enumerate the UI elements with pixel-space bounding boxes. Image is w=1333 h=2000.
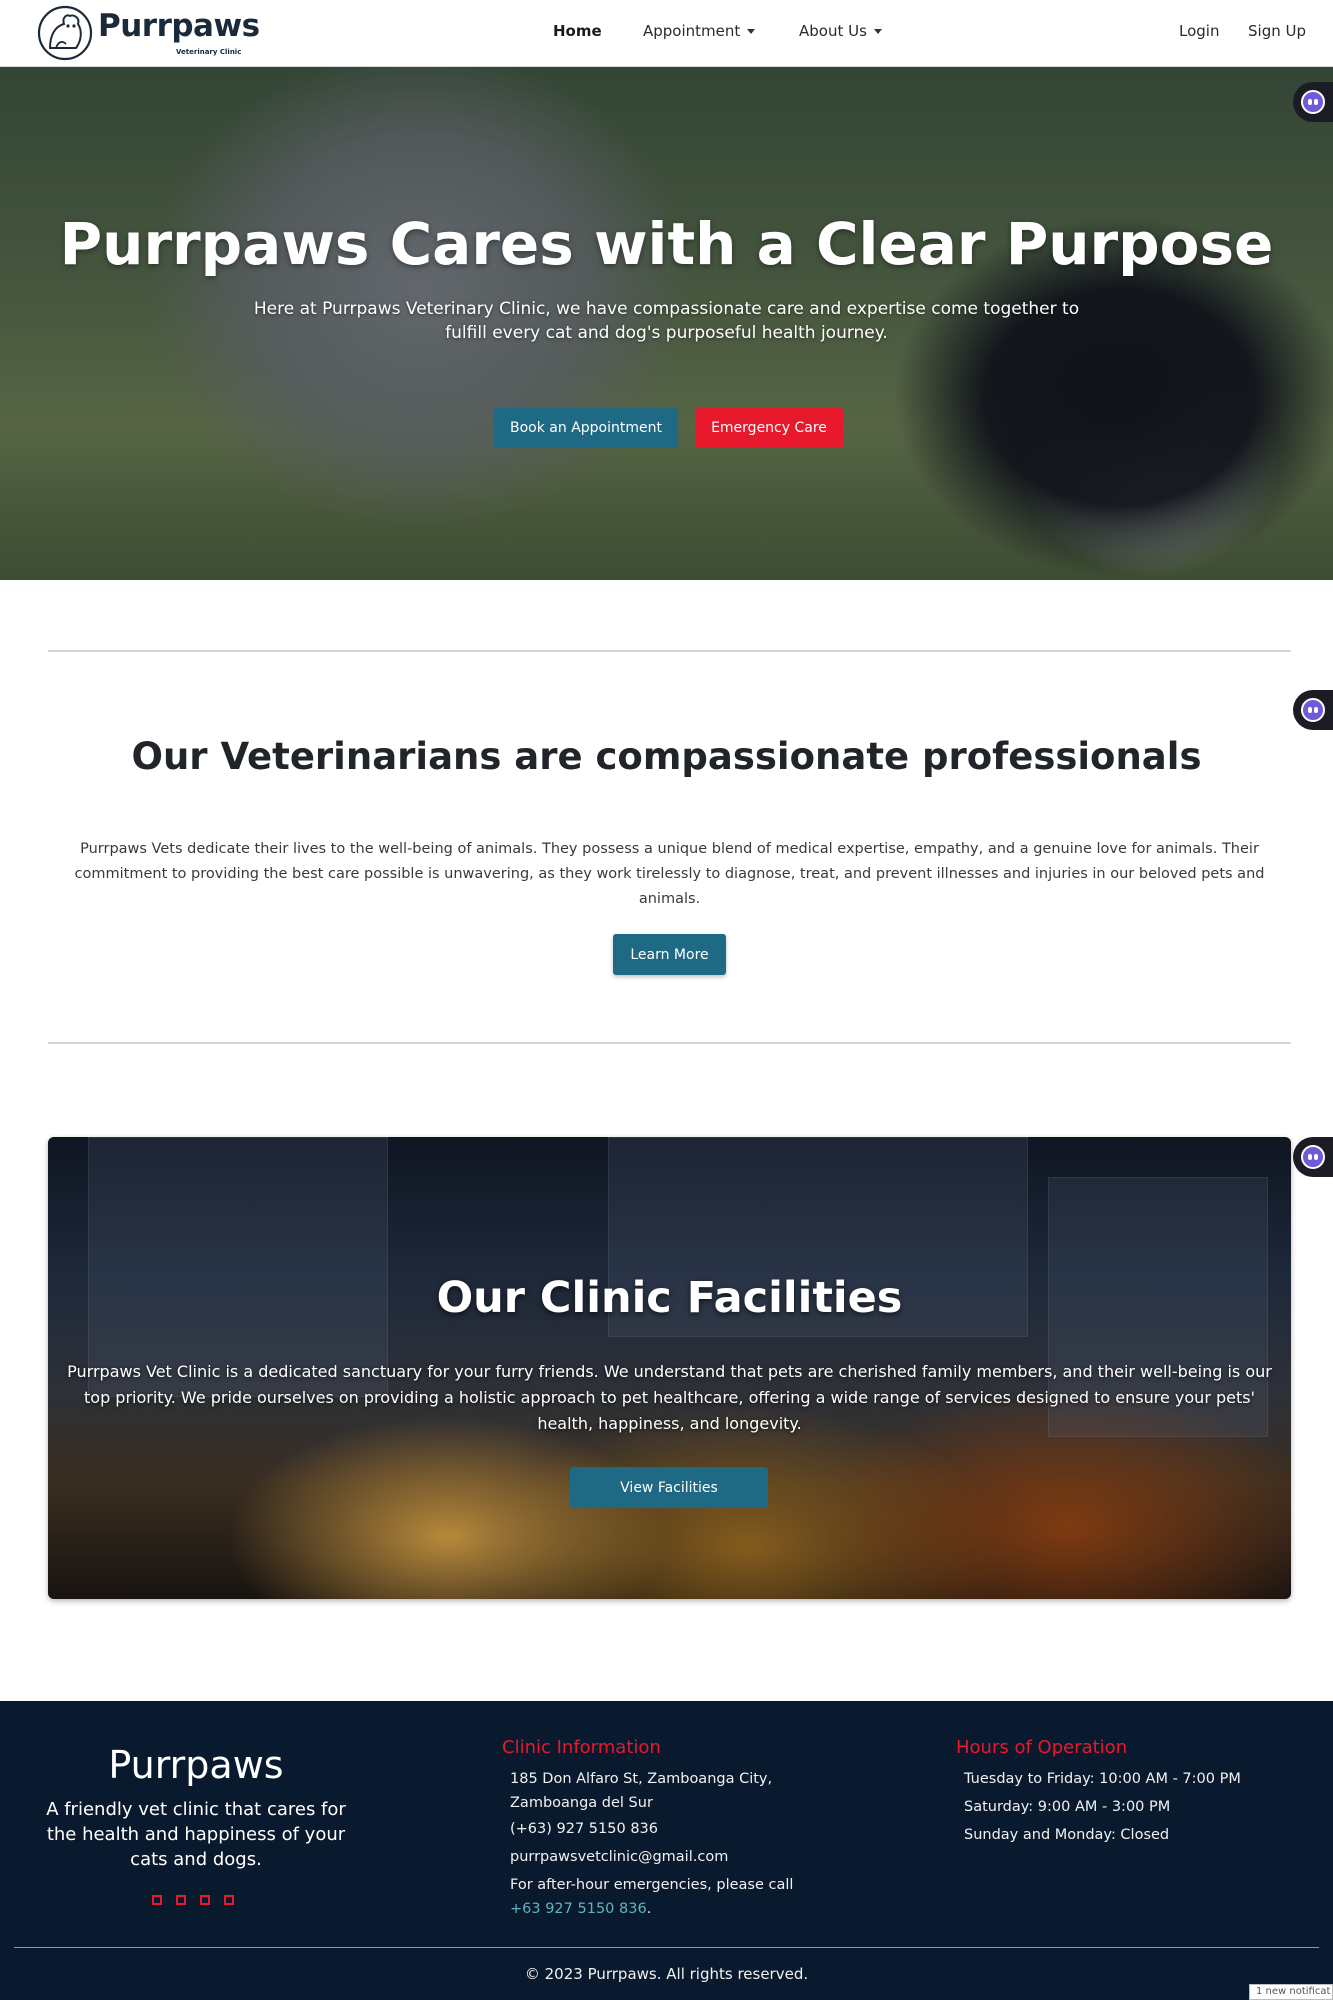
copyright: © 2023 Purrpaws. All rights reserved. <box>524 1965 809 1983</box>
social-icon[interactable] <box>176 1895 186 1905</box>
facilities-description: Purrpaws Vet Clinic is a dedicated sanct… <box>67 1362 1272 1433</box>
vets-title: Our Veterinarians are compassionate prof… <box>131 735 1202 778</box>
hero-banner: Purrpaws Cares with a Clear Purpose Here… <box>0 67 1333 580</box>
nav-appointment-dropdown[interactable]: Appointment <box>643 22 756 40</box>
social-icon[interactable] <box>200 1895 210 1905</box>
emergency-phone-link[interactable]: +63 927 5150 836 <box>510 1901 647 1917</box>
social-icon[interactable] <box>152 1895 162 1905</box>
hero-subtitle: Here at Purrpaws Veterinary Clinic, we h… <box>253 299 1080 343</box>
clinic-address: 185 Don Alfaro St, Zamboanga City, Zambo… <box>510 1771 773 1811</box>
chatbot-button[interactable] <box>1293 1137 1333 1177</box>
chatbot-icon <box>1301 1145 1325 1169</box>
brand-subtitle: Veterinary Clinic <box>176 48 242 56</box>
chatbot-icon <box>1301 698 1325 722</box>
brand-logo-link[interactable]: Purrpaws Veterinary Clinic <box>36 4 260 62</box>
section-divider <box>48 1042 1291 1044</box>
emergency-note-period: . <box>646 1901 652 1917</box>
brand-name: Purrpaws <box>98 8 260 44</box>
hours-line: Sunday and Monday: Closed <box>964 1827 1170 1843</box>
view-facilities-button[interactable]: View Facilities <box>570 1467 768 1508</box>
footer: Purrpaws A friendly vet clinic that care… <box>0 1701 1333 2000</box>
footer-social-links <box>152 1895 234 1905</box>
nav-about-dropdown[interactable]: About Us <box>799 22 882 40</box>
clinic-email: purrpawsvetclinic@gmail.com <box>510 1849 729 1865</box>
footer-brand: Purrpaws <box>108 1743 284 1787</box>
nav-home[interactable]: Home <box>553 22 602 40</box>
chatbot-button[interactable] <box>1293 690 1333 730</box>
chatbot-button[interactable] <box>1293 82 1333 122</box>
notification-toast[interactable]: 1 new notificat <box>1249 1984 1333 2000</box>
navbar: Purrpaws Veterinary Clinic Home Appointm… <box>0 0 1333 67</box>
vets-description: Purrpaws Vets dedicate their lives to th… <box>74 841 1265 907</box>
book-appointment-button[interactable]: Book an Appointment <box>494 408 678 448</box>
paw-logo-icon <box>37 5 93 61</box>
social-icon[interactable] <box>224 1895 234 1905</box>
hero-title: Purrpaws Cares with a Clear Purpose <box>59 210 1274 278</box>
caret-down-icon <box>873 29 882 34</box>
clinic-info-heading: Clinic Information <box>502 1737 661 1758</box>
emergency-note-text: For after-hour emergencies, please call <box>510 1877 794 1893</box>
hours-line: Saturday: 9:00 AM - 3:00 PM <box>964 1799 1171 1815</box>
learn-more-button[interactable]: Learn More <box>613 934 726 975</box>
hours-heading: Hours of Operation <box>956 1737 1128 1758</box>
emergency-care-button[interactable]: Emergency Care <box>695 408 843 448</box>
nav-appointment-label: Appointment <box>643 22 741 40</box>
caret-down-icon <box>747 29 756 34</box>
nav-login[interactable]: Login <box>1179 22 1219 40</box>
facilities-title: Our Clinic Facilities <box>436 1273 903 1323</box>
nav-about-label: About Us <box>799 22 867 40</box>
facilities-card: Our Clinic Facilities Purrpaws Vet Clini… <box>48 1137 1291 1599</box>
nav-signup[interactable]: Sign Up <box>1248 22 1306 40</box>
hours-line: Tuesday to Friday: 10:00 AM - 7:00 PM <box>964 1771 1241 1787</box>
footer-divider <box>14 1947 1319 1948</box>
clinic-emergency-note: For after-hour emergencies, please call … <box>510 1873 830 1921</box>
clinic-phone: (+63) 927 5150 836 <box>510 1821 658 1837</box>
footer-tagline: A friendly vet clinic that cares for the… <box>46 1799 346 1870</box>
section-divider <box>48 650 1291 652</box>
chatbot-icon <box>1301 90 1325 114</box>
